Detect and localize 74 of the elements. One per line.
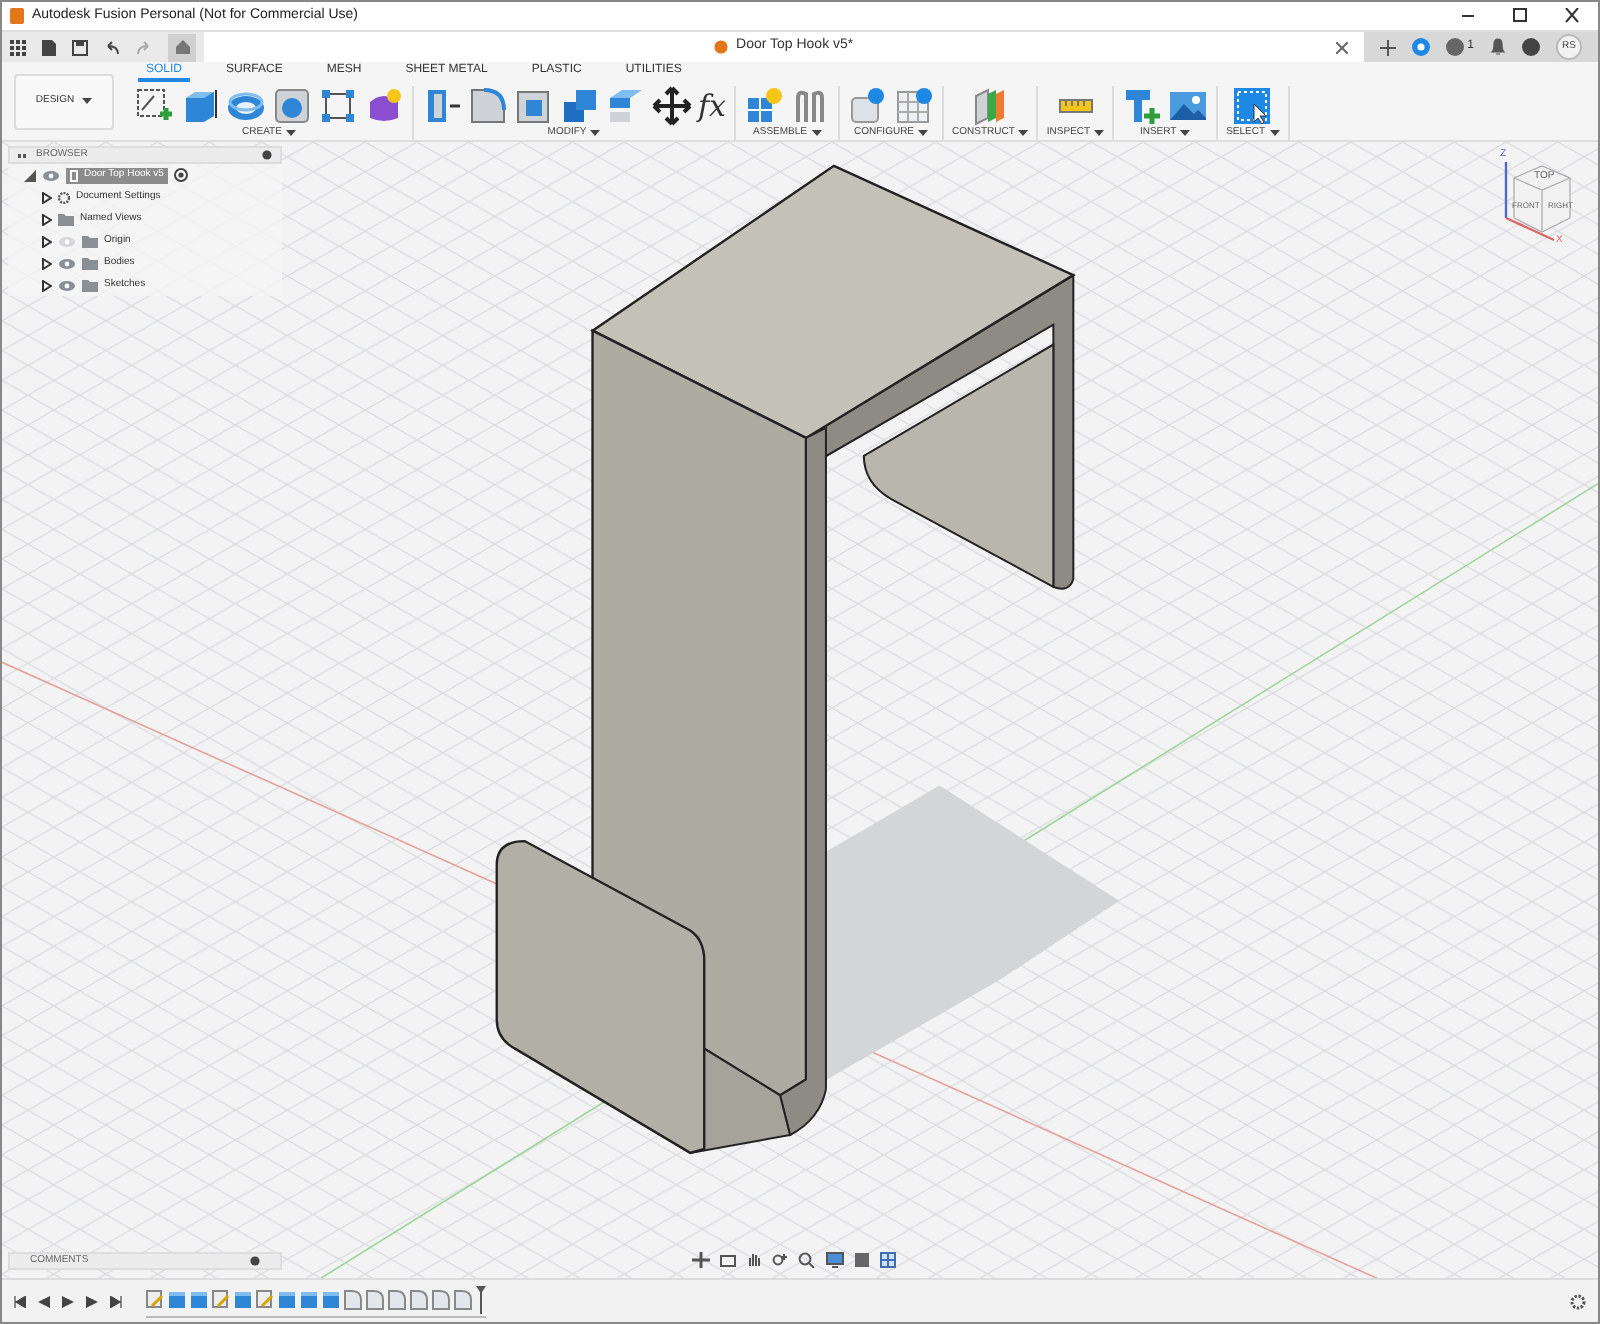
caret-icon — [82, 97, 93, 105]
settings-icon[interactable] — [1570, 1293, 1586, 1309]
eye-icon[interactable] — [58, 279, 76, 291]
expand-arrow-icon[interactable] — [42, 235, 52, 247]
view-cube[interactable] — [1513, 165, 1571, 233]
save-icon[interactable] — [72, 39, 88, 55]
play-icon[interactable] — [62, 1295, 74, 1307]
expand-arrow-icon[interactable] — [42, 213, 52, 225]
extrude-step-icon[interactable] — [168, 1289, 186, 1309]
select-icon[interactable] — [1232, 85, 1273, 125]
expanded-arrow-icon[interactable] — [24, 169, 36, 181]
caret-icon — [1018, 129, 1029, 138]
bell-icon[interactable] — [1490, 38, 1506, 56]
pattern-icon[interactable] — [318, 85, 358, 125]
eye-icon[interactable] — [42, 169, 60, 181]
grid-view-icon[interactable] — [880, 1252, 896, 1268]
timeline-marker-icon[interactable] — [476, 1285, 486, 1313]
insert-derive-icon[interactable] — [1122, 85, 1163, 125]
extrude-step-icon[interactable] — [190, 1289, 208, 1309]
visual-style-icon[interactable] — [854, 1252, 870, 1268]
expand-arrow-icon[interactable] — [42, 257, 52, 269]
undo-icon[interactable] — [104, 39, 120, 55]
hook-model-drawing[interactable] — [495, 164, 1076, 1155]
component-icon — [70, 169, 78, 181]
new-tab-icon[interactable] — [1379, 39, 1396, 55]
gear-icon — [58, 191, 70, 203]
search-icon[interactable] — [798, 1252, 816, 1268]
zoom-icon[interactable] — [772, 1252, 788, 1268]
file-icon[interactable] — [42, 39, 56, 55]
fillet-icon[interactable] — [468, 85, 508, 125]
new-component-icon[interactable] — [744, 85, 785, 125]
skip-start-icon[interactable] — [14, 1295, 26, 1307]
caret-icon — [918, 129, 929, 138]
caret-icon — [1269, 129, 1280, 138]
press-pull-icon[interactable] — [422, 85, 462, 125]
configure-icon[interactable] — [848, 85, 889, 125]
sketch-step-icon[interactable] — [212, 1289, 230, 1309]
close-icon[interactable] — [1562, 8, 1582, 24]
eye-icon[interactable] — [58, 257, 76, 269]
move-arrows-icon[interactable] — [652, 85, 692, 125]
app-logo-icon — [10, 8, 24, 24]
sketch-step-icon[interactable] — [146, 1289, 164, 1309]
hole-icon[interactable] — [272, 85, 312, 125]
step-forward-icon[interactable] — [86, 1295, 98, 1307]
maximize-icon[interactable] — [1510, 8, 1530, 24]
extrude-step-icon[interactable] — [300, 1289, 318, 1309]
table-icon[interactable] — [894, 85, 935, 125]
home-icon — [175, 40, 189, 54]
caret-icon — [1180, 129, 1191, 138]
cube-icon[interactable] — [180, 85, 220, 125]
expand-arrow-icon[interactable] — [42, 191, 52, 203]
app-grid-icon[interactable] — [10, 39, 26, 55]
expand-arrow-icon[interactable] — [42, 279, 52, 291]
shell-icon[interactable] — [514, 85, 554, 125]
home-button[interactable] — [168, 33, 196, 61]
caret-icon — [811, 129, 821, 138]
sketch-step-icon[interactable] — [256, 1289, 274, 1309]
document-icon — [714, 40, 729, 54]
extrude-step-icon[interactable] — [278, 1289, 296, 1309]
close-tab-icon[interactable] — [1335, 41, 1348, 53]
display-icon[interactable] — [826, 1252, 844, 1268]
combine-icon[interactable] — [560, 85, 600, 125]
caret-icon — [590, 129, 601, 138]
function-icon[interactable]: fx — [698, 85, 727, 125]
extrude-step-icon[interactable] — [322, 1289, 340, 1309]
extension-icon[interactable] — [1411, 38, 1430, 56]
caret-icon — [285, 129, 296, 138]
step-back-icon[interactable] — [38, 1295, 50, 1307]
activate-radio-icon[interactable] — [173, 168, 188, 182]
caret-icon — [1094, 129, 1105, 138]
skip-end-icon[interactable] — [110, 1295, 122, 1307]
extrude-step-icon[interactable] — [234, 1289, 252, 1309]
sketch-icon[interactable] — [134, 85, 174, 125]
form-icon[interactable] — [364, 85, 404, 125]
